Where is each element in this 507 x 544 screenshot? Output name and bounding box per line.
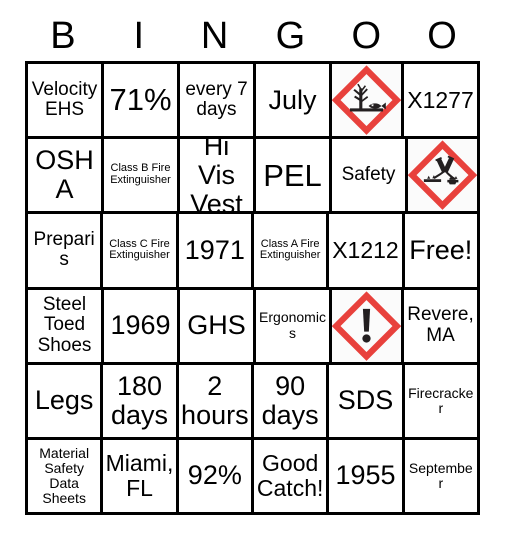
bingo-cell-label: Class C Fire Extinguisher: [109, 237, 170, 262]
bingo-cell[interactable]: 2 hours: [178, 364, 254, 440]
bingo-cell-label: every 7 days: [185, 78, 248, 121]
bingo-cell[interactable]: Free!: [404, 214, 480, 290]
bingo-row: Preparis Class C Fire Extinguisher 1971 Cla…: [28, 214, 480, 290]
bingo-cell-label: X1212: [332, 237, 399, 264]
bingo-header-letter-1: I: [133, 14, 145, 57]
bingo-cell-label: 90 days: [261, 370, 319, 430]
bingo-cell-label: Miami, FL: [105, 450, 174, 501]
bingo-cell[interactable]: 180 days: [103, 364, 179, 440]
bingo-cell-label: 1969: [110, 310, 171, 341]
bingo-cell[interactable]: July: [256, 64, 332, 140]
bingo-header-letter-3: G: [275, 14, 306, 57]
bingo-cell-label: GHS: [187, 310, 246, 341]
bingo-cell[interactable]: September: [404, 439, 480, 516]
ghs-environment-pictogram[interactable]: [332, 64, 404, 140]
bingo-cell[interactable]: 92%: [178, 439, 254, 516]
bingo-cell[interactable]: 90 days: [253, 364, 330, 440]
bingo-cell-label: Firecracker: [408, 384, 474, 416]
bingo-cell[interactable]: 71%: [104, 64, 180, 140]
bingo-cell-label: 1971: [184, 234, 245, 265]
bingo-cell[interactable]: Material Safety Data Sheets: [28, 439, 104, 516]
bingo-cell[interactable]: Safety: [332, 139, 408, 215]
bingo-cell[interactable]: PEL: [256, 139, 332, 215]
bingo-cell[interactable]: Legs: [28, 364, 104, 440]
bingo-cell-label: Revere, MA: [407, 304, 474, 346]
bingo-cell-label: July: [268, 84, 317, 115]
bingo-cell-label: Material Safety Data Sheets: [39, 444, 90, 507]
bingo-cell[interactable]: every 7 days: [180, 64, 256, 140]
bingo-header-letter-5: O: [427, 14, 457, 57]
bingo-grid: Velocity EHS 71% every 7 days July X1277 OSHA…: [25, 61, 480, 516]
bingo-cell[interactable]: GHS: [180, 289, 256, 365]
bingo-cell[interactable]: Revere, MA: [404, 289, 480, 365]
bingo-cell-label: PEL: [263, 157, 322, 193]
bingo-cell-label: 71%: [109, 82, 172, 118]
bingo-cell-label: Free!: [409, 234, 473, 265]
bingo-cell[interactable]: OSHA: [28, 139, 104, 215]
bingo-cell-label: Preparis: [33, 228, 95, 271]
bingo-cell-label: 1955: [335, 460, 396, 491]
bingo-cell-label: X1277: [407, 86, 474, 113]
bingo-cell[interactable]: Velocity EHS: [28, 64, 104, 140]
bingo-cell-label: Steel Toed Shoes: [37, 293, 92, 356]
bingo-cell-label: Good Catch!: [256, 450, 324, 501]
bingo-cell[interactable]: 1969: [104, 289, 180, 365]
bingo-cell-label: Safety: [341, 164, 396, 185]
ghs-exclamation-mark-pictogram[interactable]: [332, 289, 404, 365]
bingo-cell-label: 2 hours: [181, 370, 249, 430]
bingo-cell[interactable]: Class B Fire Extinguisher: [104, 139, 180, 215]
bingo-row: Velocity EHS 71% every 7 days July X1277: [28, 64, 480, 140]
bingo-header-letter-2: N: [200, 14, 229, 57]
bingo-cell[interactable]: X1277: [404, 64, 480, 140]
bingo-header-letter-4: O: [351, 14, 381, 57]
bingo-row: Material Safety Data Sheets Miami, FL 92% G…: [28, 439, 480, 516]
bingo-row: Steel Toed Shoes 1969 GHS Ergonomics Revere,…: [28, 289, 480, 365]
bingo-row: Legs 180 days 2 hours 90 days SDS Firecracker: [28, 364, 480, 440]
bingo-cell[interactable]: Preparis: [28, 214, 104, 290]
ghs-corrosion-pictogram[interactable]: [408, 139, 480, 215]
bingo-cell-label: Velocity EHS: [31, 78, 98, 121]
bingo-cell[interactable]: Ergonomics: [256, 289, 332, 365]
bingo-cell[interactable]: X1212: [329, 214, 405, 290]
bingo-header-row: BINGOO: [25, 12, 480, 59]
bingo-cell-label: Legs: [34, 385, 94, 416]
bingo-cell-label: Hi Vis Vest: [190, 139, 243, 215]
bingo-cell[interactable]: Steel Toed Shoes: [28, 289, 104, 365]
bingo-cell-label: 180 days: [110, 370, 169, 430]
bingo-cell[interactable]: Miami, FL: [103, 439, 179, 516]
bingo-cell[interactable]: Class C Fire Extinguisher: [103, 214, 179, 290]
bingo-cell[interactable]: 1971: [178, 214, 254, 290]
bingo-cell[interactable]: Hi Vis Vest: [180, 139, 256, 215]
bingo-cell[interactable]: SDS: [329, 364, 405, 440]
bingo-cell[interactable]: Good Catch!: [253, 439, 330, 516]
bingo-cell-label: Ergonomics: [259, 309, 326, 341]
bingo-cell[interactable]: Firecracker: [404, 364, 480, 440]
bingo-cell-label: 92%: [187, 460, 242, 491]
bingo-cell-label: SDS: [337, 385, 394, 416]
bingo-cell[interactable]: Class A Fire Extinguisher: [253, 214, 330, 290]
bingo-cell-label: September: [408, 459, 473, 491]
bingo-cell[interactable]: 1955: [329, 439, 405, 516]
bingo-cell-label: OSHA: [35, 145, 94, 205]
bingo-cell-label: Class A Fire Extinguisher: [259, 237, 321, 262]
bingo-card: B I N G O O Velocity EHS 71% every 7 days July X1…: [0, 0, 507, 544]
bingo-header-letter-0: B: [50, 14, 76, 57]
bingo-row: OSHA Class B Fire Extinguisher Hi Vis Vest…: [28, 139, 480, 215]
bingo-cell-label: Class B Fire Extinguisher: [110, 162, 171, 187]
